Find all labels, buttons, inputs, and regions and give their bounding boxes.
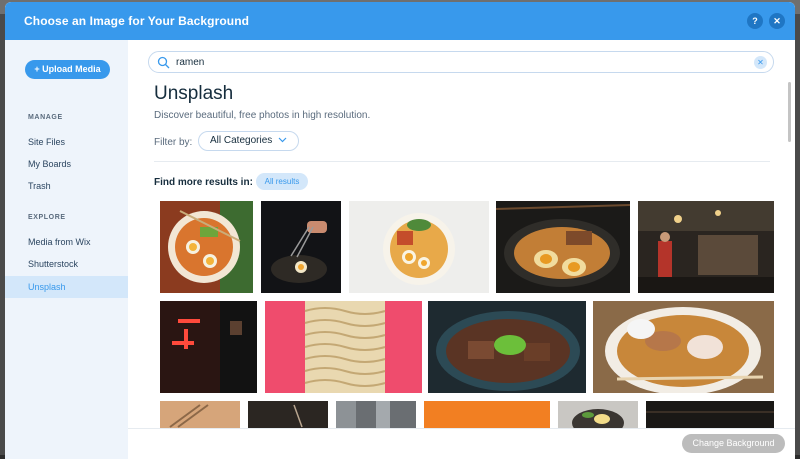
change-background-button[interactable]: Change Background: [682, 434, 785, 453]
category-filter-dropdown[interactable]: All Categories: [198, 131, 299, 151]
sidebar-item-unsplash[interactable]: Unsplash: [5, 276, 128, 298]
help-button[interactable]: ?: [747, 13, 763, 29]
image-dark-wood[interactable]: [646, 401, 774, 428]
search-input[interactable]: ramen ✕: [148, 51, 774, 73]
divider: [154, 161, 770, 162]
filter-label: Filter by:: [154, 137, 193, 148]
sidebar: + Upload Media MANAGE Site Files My Boar…: [5, 40, 128, 459]
sidebar-item-site-files[interactable]: Site Files: [5, 131, 128, 153]
image-chopsticks-noodles-dark[interactable]: [261, 201, 341, 293]
image-ramen-shop-kitchen[interactable]: [638, 201, 774, 293]
background-image-dialog: Choose an Image for Your Background ? ✕ …: [5, 2, 795, 459]
close-button[interactable]: ✕: [769, 13, 785, 29]
chevron-down-icon: [278, 137, 287, 143]
image-dark-noodles[interactable]: [248, 401, 328, 428]
image-neon-sign-night[interactable]: [160, 301, 257, 393]
sidebar-item-my-boards[interactable]: My Boards: [5, 153, 128, 175]
clear-search-icon[interactable]: ✕: [754, 56, 767, 69]
dialog-footer: Change Background: [128, 428, 795, 459]
image-wooden-chopsticks[interactable]: [160, 401, 240, 428]
dialog-header: Choose an Image for Your Background ? ✕: [5, 2, 795, 40]
sidebar-item-shutterstock[interactable]: Shutterstock: [5, 253, 128, 275]
section-manage-title: MANAGE: [28, 114, 63, 121]
category-filter-value: All Categories: [210, 135, 273, 146]
image-orange-surface[interactable]: [424, 401, 550, 428]
scrollbar[interactable]: [788, 82, 791, 142]
more-results-label: Find more results in:: [154, 177, 253, 188]
sidebar-item-media-from-wix[interactable]: Media from Wix: [5, 231, 128, 253]
page-title: Unsplash: [154, 83, 234, 104]
image-ramen-eggs-dark-table[interactable]: [496, 201, 630, 293]
sidebar-item-trash[interactable]: Trash: [5, 175, 128, 197]
image-ramen-bowl-egg[interactable]: [558, 401, 638, 428]
dialog-title: Choose an Image for Your Background: [24, 14, 250, 28]
image-grey-cloth[interactable]: [336, 401, 416, 428]
image-ramen-spoon-chopsticks[interactable]: [593, 301, 774, 393]
image-dry-noodles-pink-bg[interactable]: [265, 301, 422, 393]
image-beef-ramen-green-onion[interactable]: [428, 301, 586, 393]
all-results-chip[interactable]: All results: [256, 173, 308, 190]
image-ramen-bowl-top-view[interactable]: [160, 201, 253, 293]
image-ramen-bowl-white-bg[interactable]: [349, 201, 489, 293]
media-content: ramen ✕ Unsplash Discover beautiful, fre…: [128, 40, 795, 428]
page-subtitle: Discover beautiful, free photos in high …: [154, 110, 371, 121]
upload-media-button[interactable]: + Upload Media: [25, 60, 110, 79]
section-explore-title: EXPLORE: [28, 214, 66, 221]
search-icon: [157, 56, 170, 69]
search-query-text: ramen: [176, 57, 205, 68]
